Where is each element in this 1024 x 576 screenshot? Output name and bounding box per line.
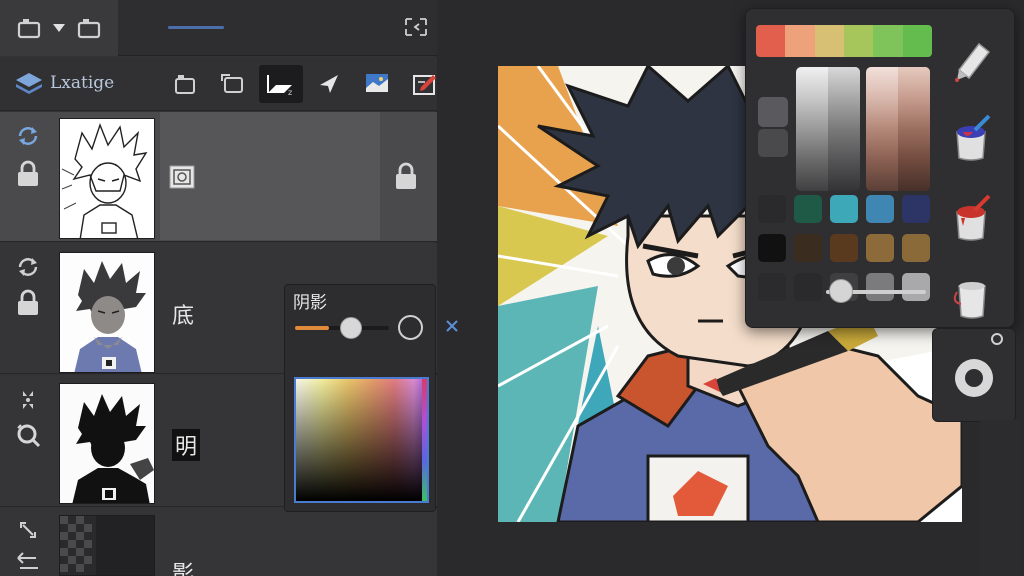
collapse-panel-icon[interactable] xyxy=(404,17,428,41)
shadow-popup-title: 阴影 xyxy=(293,293,327,313)
hue-swatch-2[interactable] xyxy=(785,25,815,57)
color-swatch-r3-c4[interactable] xyxy=(866,273,894,301)
color-gradient-picker[interactable] xyxy=(294,377,429,503)
lock-icon[interactable] xyxy=(14,289,42,321)
layer-row-1[interactable] xyxy=(0,112,437,242)
color-swatch-r2-c1[interactable] xyxy=(758,234,786,262)
color-palette-popup xyxy=(745,8,1015,328)
color-swatch-r2-c5[interactable] xyxy=(902,234,930,262)
expand-icon[interactable] xyxy=(14,518,42,546)
layer-name-3: 明 xyxy=(172,429,201,461)
layer-thumbnail-2 xyxy=(59,252,155,373)
color-swatch-r3-c1[interactable] xyxy=(758,273,786,301)
window-icon[interactable] xyxy=(16,17,42,39)
hue-strip[interactable] xyxy=(756,25,932,57)
layers-stack-icon xyxy=(15,71,43,101)
search-layer-icon[interactable] xyxy=(14,421,42,453)
layers-toolbar: Lxatige z xyxy=(0,57,437,111)
close-x-icon[interactable] xyxy=(445,318,459,337)
grey-ramp[interactable] xyxy=(796,67,860,191)
shadow-slider-knob[interactable] xyxy=(340,317,363,339)
drawing-app: Lxatige z 底 明 影 阴影 xyxy=(0,0,1024,576)
hue-bar[interactable] xyxy=(422,379,427,501)
layers-panel-title: Lxatige xyxy=(50,73,115,93)
color-swatch-r3-c2[interactable] xyxy=(794,273,822,301)
lock-icon[interactable] xyxy=(14,160,42,192)
hue-swatch-4[interactable] xyxy=(843,25,874,57)
paint-bucket-blue-button[interactable] xyxy=(944,111,1000,167)
hue-swatch-3[interactable] xyxy=(814,25,844,57)
pen-tool-icon xyxy=(955,42,991,82)
skin-ramp[interactable] xyxy=(866,67,930,191)
layer-lock-toggle[interactable] xyxy=(380,112,432,240)
paint-bucket-blue-icon xyxy=(956,114,991,161)
image-layer-button[interactable] xyxy=(355,65,399,103)
brush-mini-indicator xyxy=(987,331,1007,345)
color-swatch-r2-c3[interactable] xyxy=(830,234,858,262)
palette-slider-knob[interactable] xyxy=(829,279,853,303)
color-swatch-r2-c2[interactable] xyxy=(794,234,822,262)
lock-icon-right xyxy=(396,162,416,189)
panel-topbar xyxy=(0,0,437,56)
paint-bucket-red-icon xyxy=(956,194,991,241)
bucket-empty-button[interactable] xyxy=(944,271,1000,327)
shadow-ring-toggle[interactable] xyxy=(398,315,423,340)
mask-icon[interactable] xyxy=(168,164,196,194)
sync-icon[interactable] xyxy=(14,124,42,152)
window-switcher xyxy=(0,0,118,56)
layer-name-4: 影 xyxy=(172,562,195,576)
window-icon-2[interactable] xyxy=(76,17,102,39)
color-swatch-r2-c4[interactable] xyxy=(866,234,894,262)
brush-size-popup xyxy=(932,328,1016,422)
svg-text:z: z xyxy=(288,88,292,97)
layer-thumbnail-4 xyxy=(59,515,155,576)
transform-layer-button[interactable] xyxy=(307,65,351,103)
color-swatch-r1-c1[interactable] xyxy=(758,195,786,223)
layer-thumbnail-3 xyxy=(59,383,155,504)
layer-name-2: 底 xyxy=(172,304,195,329)
color-swatch-r3-c5[interactable] xyxy=(902,273,930,301)
hue-swatch-5[interactable] xyxy=(873,25,903,57)
hue-swatch-6[interactable] xyxy=(902,25,932,57)
paint-bucket-red-button[interactable] xyxy=(944,191,1000,247)
duplicate-layer-button[interactable] xyxy=(211,65,255,103)
edit-layer-button[interactable] xyxy=(403,65,447,103)
layer-mode-button[interactable]: z xyxy=(259,65,303,103)
shadow-popup: 阴影 xyxy=(284,284,436,512)
layer-row-4[interactable]: 影 xyxy=(0,508,437,576)
layer-thumbnail-1 xyxy=(59,118,155,239)
active-tab-indicator xyxy=(168,26,224,29)
grey-swatch-1[interactable] xyxy=(758,97,788,127)
color-swatch-r1-c3[interactable] xyxy=(830,195,858,223)
move-arrows-icon[interactable] xyxy=(14,387,42,417)
hue-swatch-1[interactable] xyxy=(756,25,786,57)
bucket-empty-icon xyxy=(953,282,986,319)
color-swatch-r1-c4[interactable] xyxy=(866,195,894,223)
grey-swatch-2[interactable] xyxy=(758,129,788,157)
shadow-slider-fill xyxy=(295,326,329,330)
sync-icon[interactable] xyxy=(14,255,42,283)
pen-tool-button[interactable] xyxy=(944,31,1000,87)
new-layer-button[interactable] xyxy=(163,65,207,103)
brush-size-ring[interactable] xyxy=(955,359,993,397)
right-scroll-strip[interactable] xyxy=(980,420,1020,576)
dropdown-caret-icon[interactable] xyxy=(52,23,66,33)
swap-arrows-icon[interactable] xyxy=(14,550,42,576)
color-swatch-r1-c2[interactable] xyxy=(794,195,822,223)
layers-panel: Lxatige z 底 明 影 阴影 xyxy=(0,0,437,576)
layer-tools: z xyxy=(163,65,447,103)
color-swatch-r1-c5[interactable] xyxy=(902,195,930,223)
